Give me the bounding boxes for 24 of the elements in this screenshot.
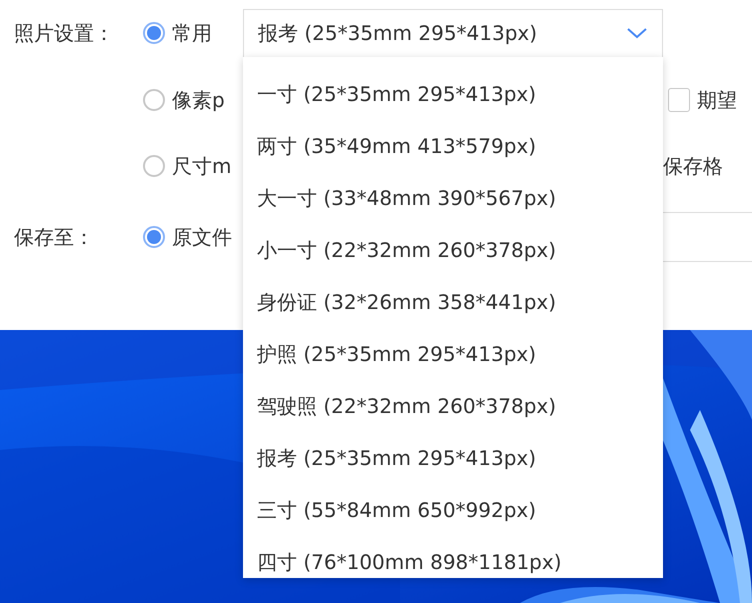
checkbox[interactable]	[668, 88, 690, 112]
dropdown-option[interactable]: 一寸 (25*35mm 295*413px)	[243, 68, 663, 120]
dropdown-option[interactable]: 大一寸 (33*48mm 390*567px)	[243, 172, 663, 224]
dropdown-option[interactable]: 身份证 (32*26mm 358*441px)	[243, 276, 663, 328]
dropdown-option[interactable]: 驾驶照 (22*32mm 260*378px)	[243, 380, 663, 432]
radio-label: 常用	[172, 20, 212, 46]
radio-label: 像素p	[172, 86, 225, 114]
radio-label: 尺寸m	[172, 152, 232, 180]
radio-button[interactable]	[143, 89, 165, 111]
chevron-down-icon	[626, 26, 648, 40]
dropdown-option[interactable]: 两寸 (35*49mm 413*579px)	[243, 120, 663, 172]
preset-dropdown[interactable]: 报考 (25*35mm 295*413px)	[243, 8, 663, 58]
checkbox-label: 期望	[697, 86, 737, 114]
dropdown-option[interactable]: 三寸 (55*84mm 650*992px)	[243, 484, 663, 536]
save-to-label: 保存至：	[13, 224, 95, 250]
dropdown-option[interactable]: 小一寸 (22*32mm 260*378px)	[243, 224, 663, 276]
radio-button[interactable]	[143, 226, 165, 248]
save-format-label: 保存格	[663, 152, 723, 180]
dropdown-option[interactable]: 四寸 (76*100mm 898*1181px)	[243, 536, 663, 578]
radio-button[interactable]	[143, 22, 165, 44]
photo-settings-label: 照片设置：	[13, 20, 115, 46]
dropdown-option[interactable]: 报考 (25*35mm 295*413px)	[243, 432, 663, 484]
radio-label: 原文件	[172, 224, 232, 250]
radio-button[interactable]	[143, 155, 165, 177]
